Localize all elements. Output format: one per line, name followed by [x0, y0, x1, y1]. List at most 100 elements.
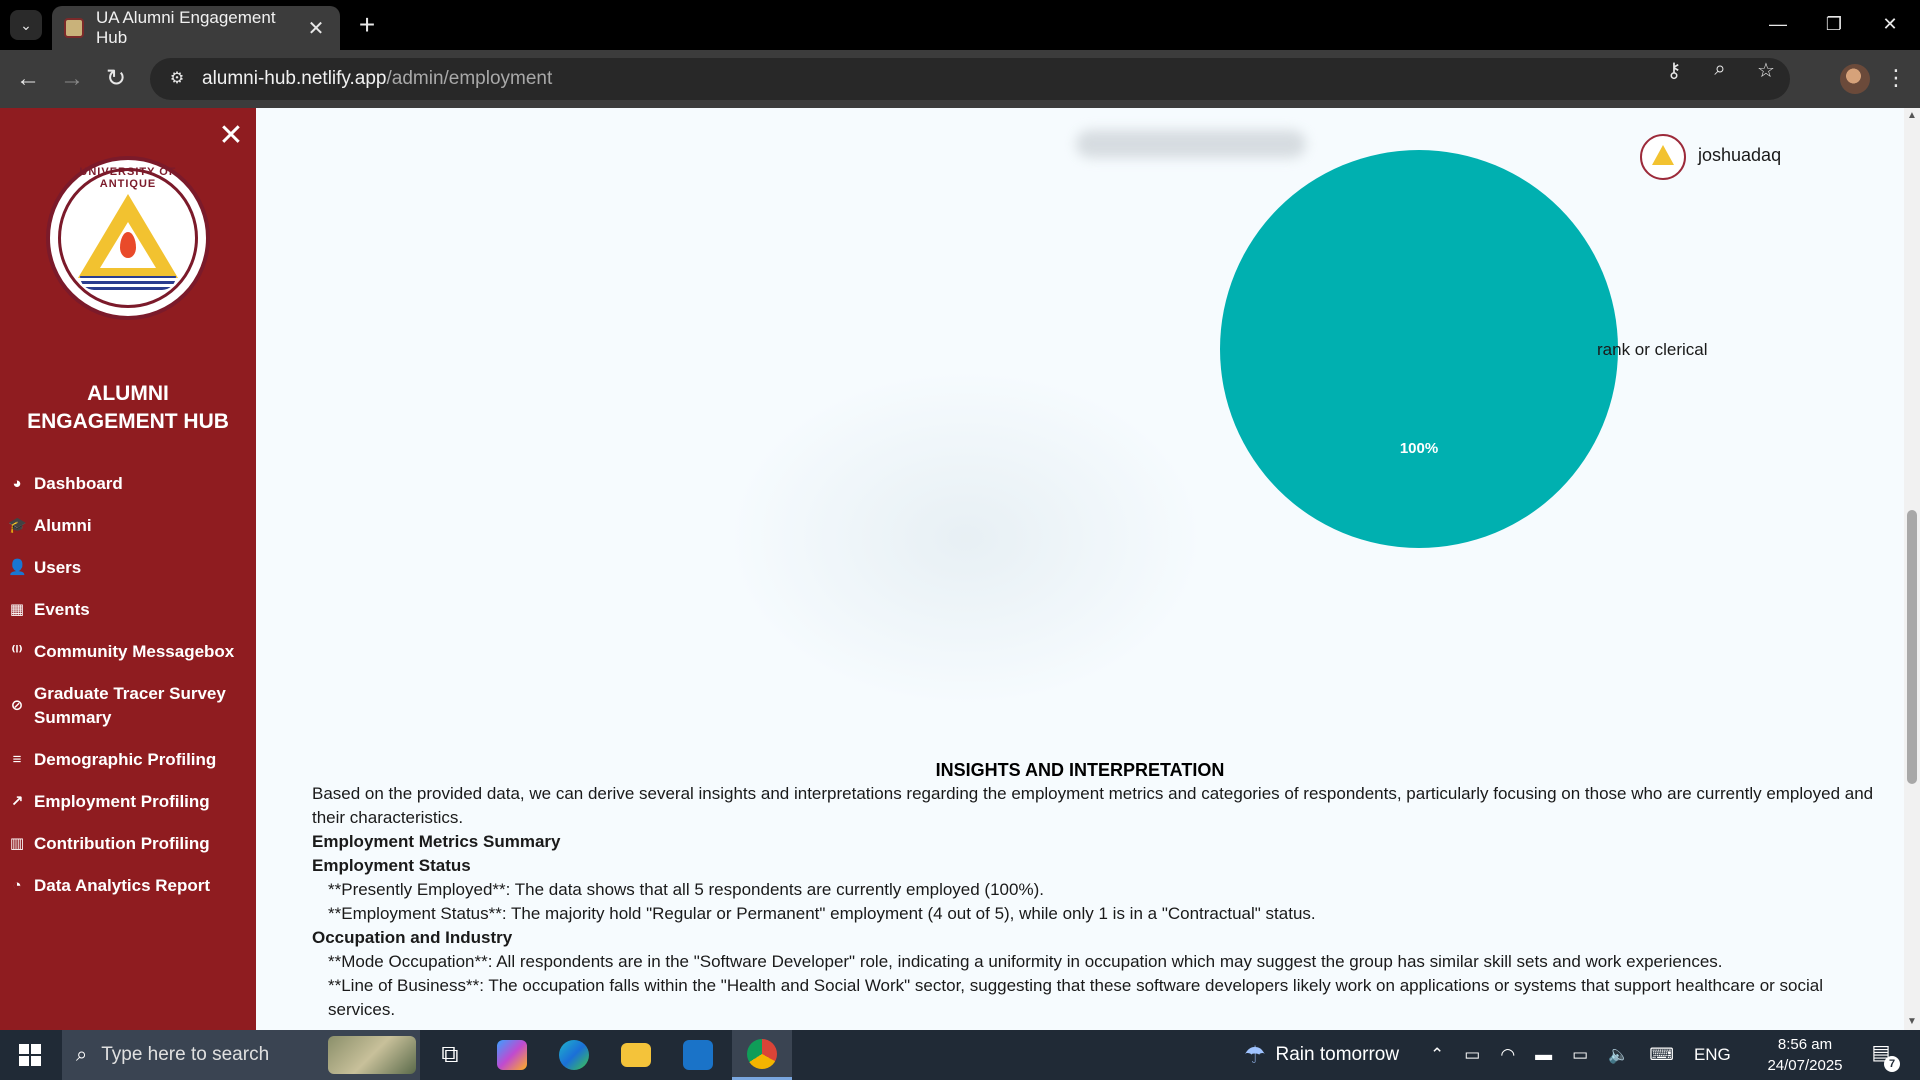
- taskbar-clock[interactable]: 8:56 am 24/07/2025: [1760, 1034, 1850, 1076]
- keyboard-icon[interactable]: ⌨: [1649, 1045, 1674, 1065]
- url-path: /admin/employment: [386, 68, 553, 89]
- list-item: **Presently Employed**: The data shows t…: [328, 880, 1044, 899]
- forward-arrow-icon[interactable]: →: [52, 60, 92, 98]
- profile-avatar[interactable]: [1840, 64, 1870, 94]
- sidebar-item-graduate-tracer-survey-summary[interactable]: ⊘ Graduate Tracer Survey Summary: [0, 682, 256, 730]
- sidebar-item-label: Graduate Tracer Survey Summary: [34, 684, 226, 727]
- list-item: **Employment Status**: The majority hold…: [328, 904, 1316, 923]
- scrollbar-thumb[interactable]: [1907, 510, 1917, 784]
- sidebar-item-label: Contribution Profiling: [34, 834, 210, 853]
- task-view-icon[interactable]: ⧉: [420, 1030, 480, 1080]
- outlook-icon[interactable]: [668, 1030, 728, 1080]
- sidebar-item-label: Employment Profiling: [34, 792, 210, 811]
- sidebar-item-employment-profiling[interactable]: ↗ Employment Profiling: [0, 790, 256, 814]
- sidebar-item-contribution-profiling[interactable]: ▥ Contribution Profiling: [0, 832, 256, 856]
- sidebar-item-demographic-profiling[interactable]: ≡ Demographic Profiling: [0, 748, 256, 772]
- password-key-icon[interactable]: ⚷: [1662, 58, 1686, 83]
- pie-slice-percent-label: 100%: [1400, 440, 1438, 457]
- sidebar: ✕ UNIVERSITY OF ANTIQUE ALUMNI ENGAGEMEN…: [0, 108, 256, 1030]
- page-scrollbar[interactable]: ▲ ▼: [1904, 108, 1920, 1030]
- clock-time: 8:56 am: [1777, 1036, 1833, 1053]
- heading-employment-metrics-summary: Employment Metrics Summary: [312, 832, 561, 851]
- notification-count-badge: 7: [1884, 1056, 1900, 1072]
- sidebar-item-community-messagebox[interactable]: ⁽ᴵ⁾ Community Messagebox: [0, 640, 256, 664]
- zoom-icon[interactable]: ⌕: [1708, 58, 1732, 83]
- window-close-button[interactable]: ✕: [1862, 6, 1918, 42]
- site-info-icon[interactable]: ⚙: [166, 68, 188, 90]
- graduation-cap-icon: 🎓: [8, 517, 27, 534]
- omnibox-actions: ⚷ ⌕ ☆: [1662, 58, 1778, 83]
- list-item: **Line of Business**: The occupation fal…: [328, 976, 1824, 1019]
- sidebar-item-label: Dashboard: [34, 474, 123, 493]
- tab-title: UA Alumni Engagement Hub: [96, 8, 276, 47]
- file-explorer-icon[interactable]: [606, 1030, 666, 1080]
- tab-close-icon[interactable]: ✕: [304, 16, 328, 41]
- weather-widget[interactable]: ☂ Rain tomorrow: [1244, 1030, 1399, 1080]
- start-button[interactable]: [0, 1030, 60, 1080]
- pie-slice[interactable]: [1220, 150, 1618, 548]
- windows-logo-icon: [19, 1044, 41, 1066]
- wifi-icon[interactable]: ◠: [1500, 1045, 1515, 1065]
- paperclip-icon: ⊘: [10, 697, 24, 714]
- window-minimize-button[interactable]: —: [1750, 6, 1806, 42]
- site-favicon-icon: [64, 18, 84, 38]
- scroll-down-arrow-icon[interactable]: ▼: [1904, 1014, 1920, 1030]
- show-hidden-icons-chevron-icon[interactable]: ⌃: [1430, 1045, 1444, 1065]
- chrome-browser-icon[interactable]: [732, 1030, 792, 1080]
- broadcast-icon: ⁽ᴵ⁾: [11, 643, 23, 660]
- windows-taskbar: ⌕ Type here to search ⧉ ☂ Rain tomorrow …: [0, 1030, 1920, 1080]
- address-bar[interactable]: ⚙ alumni-hub.netlify.app/admin/employmen…: [150, 58, 1790, 100]
- sidebar-item-alumni[interactable]: 🎓 Alumni: [0, 514, 256, 538]
- logo-waves: [80, 276, 176, 290]
- logo-flame-icon: [120, 232, 136, 258]
- browser-menu-icon[interactable]: ⋮: [1884, 62, 1908, 94]
- sidebar-item-users[interactable]: 👤 Users: [0, 556, 256, 580]
- clock-date: 24/07/2025: [1767, 1057, 1843, 1074]
- umbrella-rain-icon: ☂: [1244, 1041, 1266, 1069]
- browser-toolbar: ← → ↻ ⚙ alumni-hub.netlify.app/admin/emp…: [0, 50, 1920, 108]
- tab-search-button[interactable]: ⌄: [10, 10, 42, 40]
- page-viewport: ✕ UNIVERSITY OF ANTIQUE ALUMNI ENGAGEMEN…: [0, 108, 1920, 1030]
- sidebar-item-data-analytics-report[interactable]: ◔ Data Analytics Report: [0, 874, 256, 898]
- copilot-icon[interactable]: [482, 1030, 542, 1080]
- bookmark-star-icon[interactable]: ☆: [1754, 58, 1778, 83]
- back-arrow-icon[interactable]: ←: [8, 60, 48, 98]
- window-restore-button[interactable]: ❐: [1806, 6, 1862, 42]
- insights-intro: Based on the provided data, we can deriv…: [312, 784, 1874, 827]
- user-icon: 👤: [8, 559, 27, 576]
- meet-now-icon[interactable]: ▭: [1464, 1045, 1480, 1065]
- sidebar-nav: ◕ Dashboard 🎓 Alumni 👤 Users ▦ Events ⁽ᴵ…: [0, 472, 256, 916]
- display-icon[interactable]: ▬: [1535, 1045, 1552, 1065]
- notification-center-icon[interactable]: ▤ 7: [1864, 1040, 1900, 1072]
- brand-title: ALUMNI ENGAGEMENT HUB: [27, 382, 229, 433]
- sidebar-item-dashboard[interactable]: ◕ Dashboard: [0, 472, 256, 496]
- weather-text: Rain tomorrow: [1275, 1044, 1400, 1065]
- sidebar-item-label: Events: [34, 600, 90, 619]
- bar-list-icon: ≡: [12, 751, 22, 768]
- employment-pie-chart: 100% rank or clerical: [1220, 150, 1708, 548]
- edge-browser-icon[interactable]: [544, 1030, 604, 1080]
- search-placeholder: Type here to search: [101, 1044, 270, 1065]
- heading-employment-status: Employment Status: [312, 856, 471, 875]
- bar-chart-icon: ▥: [9, 835, 25, 852]
- browser-tab-strip: ⌄ UA Alumni Engagement Hub ✕ + — ❐ ✕: [0, 0, 1920, 50]
- pie-slice-category-label: rank or clerical: [1597, 340, 1708, 359]
- reload-icon[interactable]: ↻: [96, 60, 136, 98]
- language-indicator[interactable]: ENG: [1694, 1045, 1731, 1065]
- dashboard-icon: ◕: [12, 475, 22, 492]
- sidebar-item-label: Alumni: [34, 516, 92, 535]
- calendar-icon: ▦: [9, 601, 25, 618]
- sidebar-item-events[interactable]: ▦ Events: [0, 598, 256, 622]
- taskbar-search[interactable]: ⌕ Type here to search: [62, 1030, 420, 1080]
- volume-icon[interactable]: 🔈: [1608, 1045, 1629, 1065]
- scroll-up-arrow-icon[interactable]: ▲: [1904, 108, 1920, 124]
- pie-chart-icon: ◔: [12, 877, 22, 894]
- battery-icon[interactable]: ▭: [1572, 1045, 1588, 1065]
- search-highlight-image[interactable]: [328, 1036, 416, 1074]
- university-logo: UNIVERSITY OF ANTIQUE: [46, 156, 210, 320]
- heading-occupation-and-industry: Occupation and Industry: [312, 928, 513, 947]
- url-host: alumni-hub.netlify.app: [202, 68, 387, 89]
- browser-tab-active[interactable]: UA Alumni Engagement Hub ✕: [52, 6, 340, 50]
- sidebar-close-icon[interactable]: ✕: [218, 121, 244, 152]
- new-tab-button[interactable]: +: [352, 8, 382, 42]
